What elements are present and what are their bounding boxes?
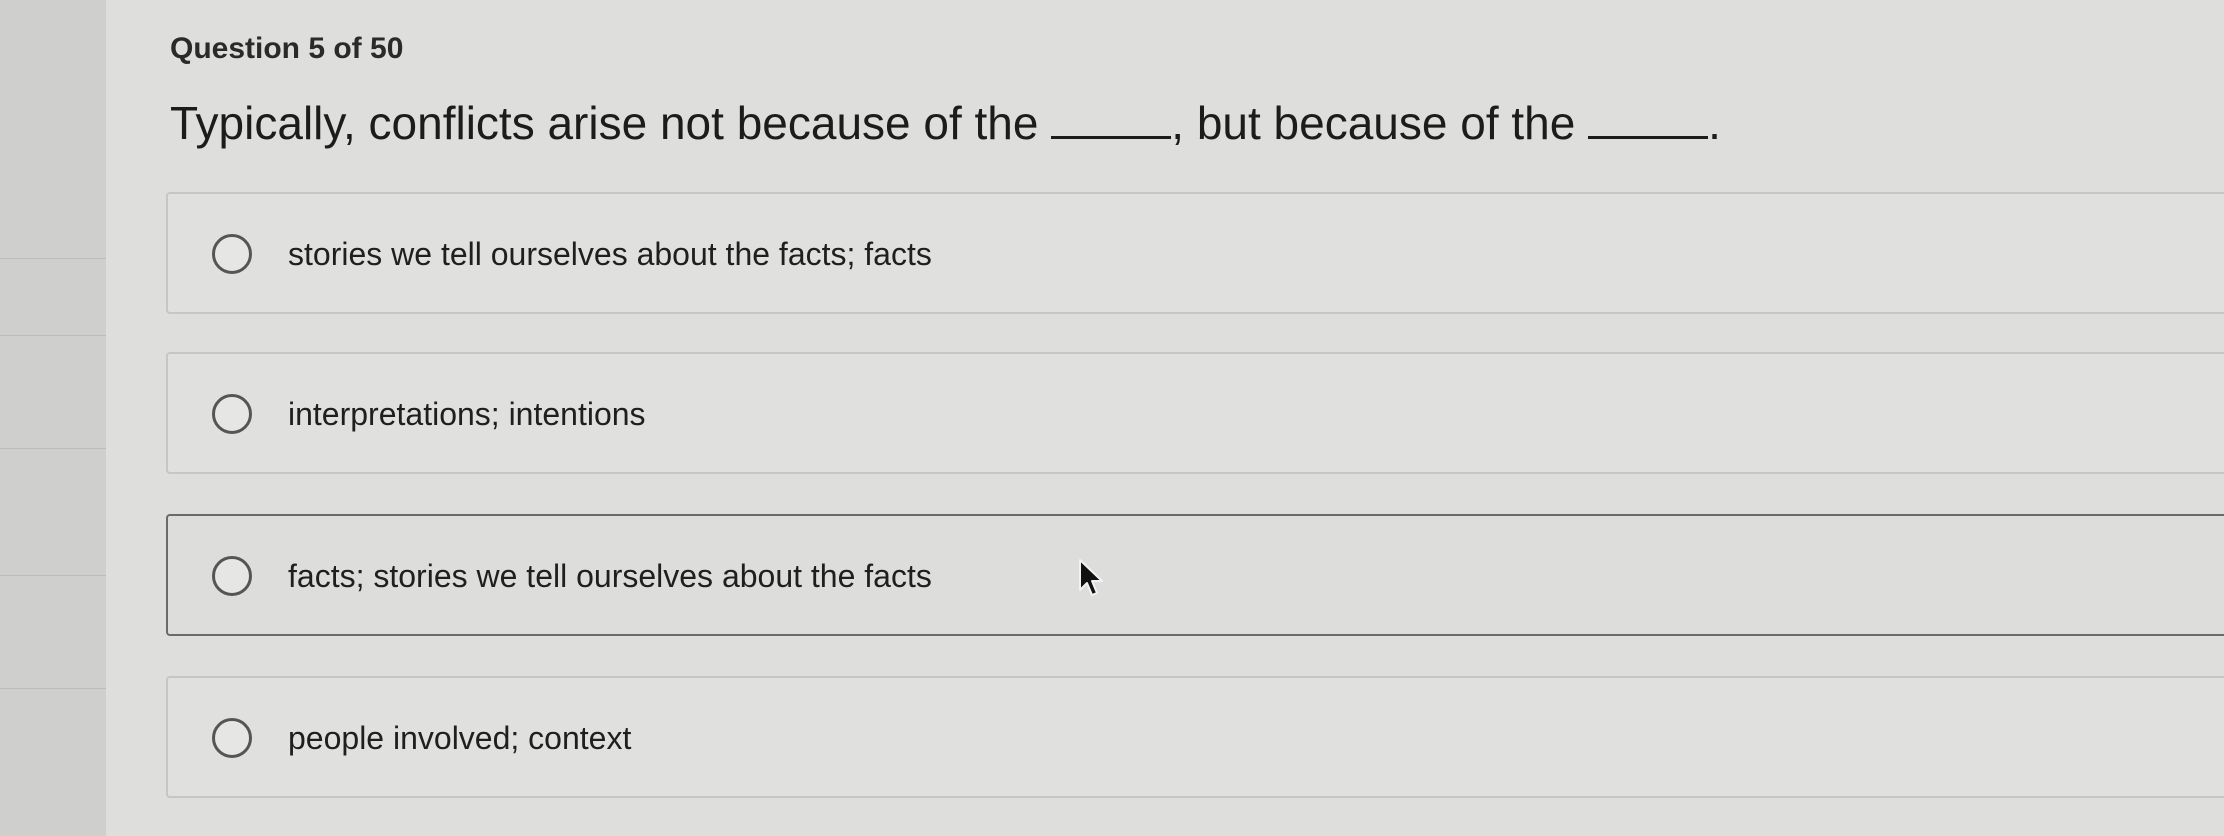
divider	[0, 448, 106, 449]
answer-option-label: people involved; context	[288, 720, 632, 756]
divider	[0, 575, 106, 576]
mouse-pointer-icon	[1079, 559, 1103, 596]
divider	[0, 335, 106, 336]
radio-button-icon[interactable]	[212, 394, 252, 434]
answer-option-label: stories we tell ourselves about the fact…	[288, 236, 932, 272]
question-text-part1: Typically, conflicts arise not because o…	[170, 97, 1052, 149]
answer-option-4[interactable]: people involved; context	[166, 676, 2224, 798]
answer-option-2[interactable]: interpretations; intentions	[166, 352, 2224, 474]
question-text-part2: , but because of the	[1171, 97, 1589, 149]
question-text-part3: .	[1708, 97, 1721, 149]
answer-blank-1	[1051, 98, 1172, 139]
answer-option-1[interactable]: stories we tell ourselves about the fact…	[166, 192, 2224, 314]
radio-button-icon[interactable]	[212, 556, 252, 596]
radio-button-icon[interactable]	[212, 718, 252, 758]
question-text: Typically, conflicts arise not because o…	[170, 96, 1721, 150]
divider	[0, 258, 106, 259]
radio-button-icon[interactable]	[212, 234, 252, 274]
question-counter: Question 5 of 50	[170, 32, 404, 65]
answer-blank-2	[1588, 98, 1709, 139]
answer-option-label: interpretations; intentions	[288, 396, 646, 432]
answer-option-label: facts; stories we tell ourselves about t…	[288, 558, 932, 594]
left-margin	[0, 0, 107, 836]
answer-option-3[interactable]: facts; stories we tell ourselves about t…	[166, 514, 2224, 636]
divider	[0, 688, 106, 689]
